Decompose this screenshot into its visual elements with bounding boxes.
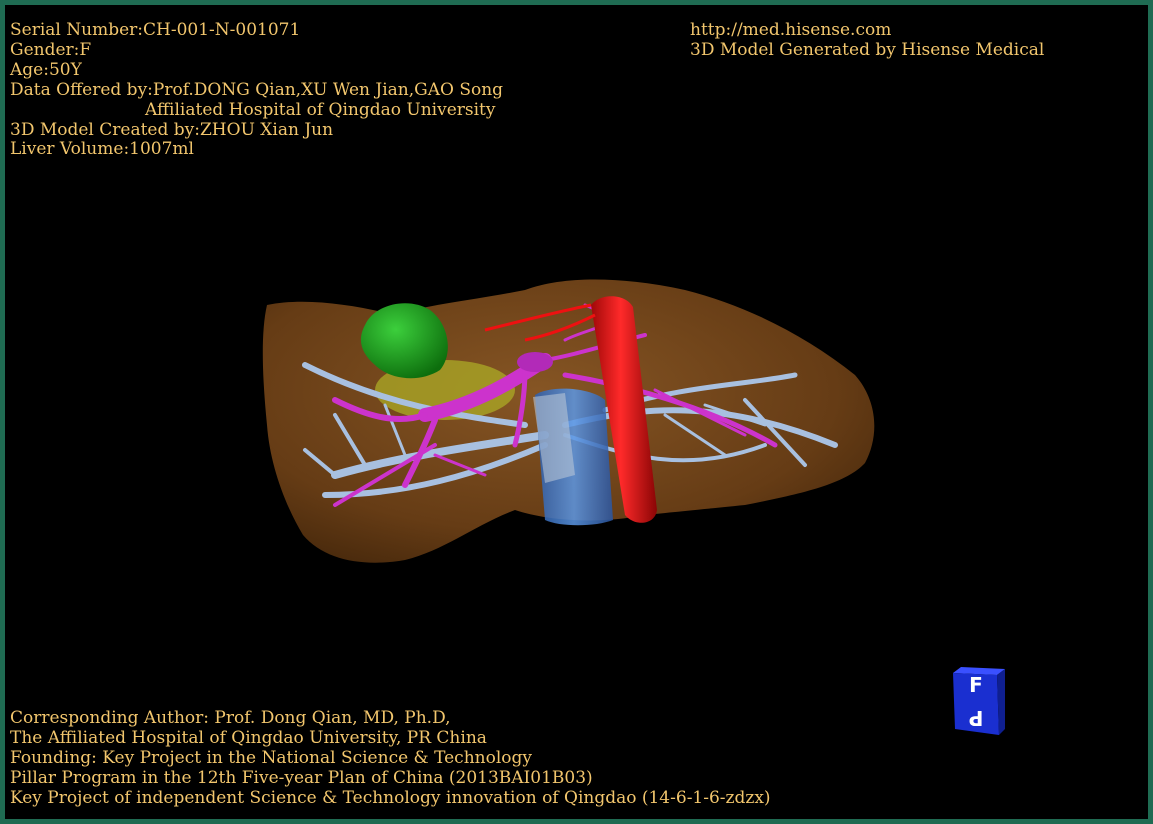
footer-line-author: Corresponding Author: Prof. Dong Qian, M… bbox=[10, 708, 451, 728]
generator-credit: 3D Model Generated by Hisense Medical bbox=[690, 40, 1045, 60]
portal-vein-root bbox=[517, 352, 553, 372]
age: Age:50Y bbox=[10, 60, 82, 80]
footer-line-pillar: Pillar Program in the 12th Five-year Pla… bbox=[10, 768, 593, 788]
orientation-cube[interactable]: F P bbox=[947, 665, 1007, 737]
serial-number: Serial Number:CH-001-N-001071 bbox=[10, 20, 301, 40]
model-created-by: 3D Model Created by:ZHOU Xian Jun bbox=[10, 120, 334, 140]
cube-label-top: F bbox=[969, 673, 983, 697]
cube-label-side: P bbox=[969, 706, 984, 730]
hospital: Affiliated Hospital of Qingdao Universit… bbox=[145, 100, 496, 120]
gender: Gender:F bbox=[10, 40, 92, 60]
model-viewport[interactable]: Serial Number:CH-001-N-001071 Gender:F A… bbox=[0, 0, 1153, 824]
website-url: http://med.hisense.com bbox=[690, 20, 892, 40]
footer-line-qingdao: Key Project of independent Science & Tec… bbox=[10, 788, 771, 808]
footer-line-founding: Founding: Key Project in the National Sc… bbox=[10, 748, 532, 768]
liver-volume: Liver Volume:1007ml bbox=[10, 139, 194, 159]
footer-line-hospital: The Affiliated Hospital of Qingdao Unive… bbox=[10, 728, 487, 748]
data-offered-by: Data Offered by:Prof.DONG Qian,XU Wen Ji… bbox=[10, 80, 504, 100]
